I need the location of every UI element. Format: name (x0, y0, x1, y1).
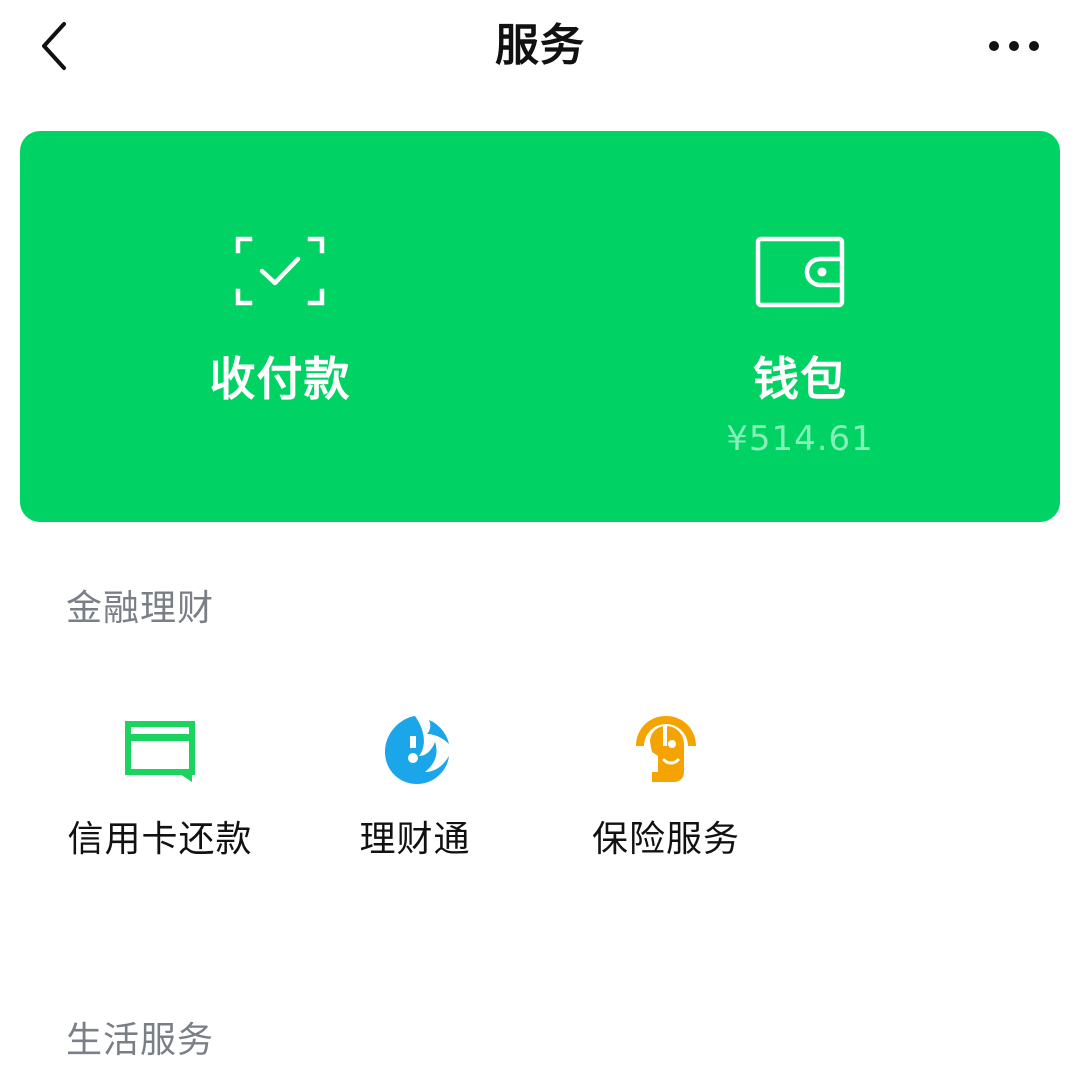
credit-card-repayment-label: 信用卡还款 (67, 819, 253, 860)
wallet-icon (755, 236, 845, 308)
wallet-label: 钱包 (753, 352, 847, 406)
wealth-management-button[interactable]: 理财通 (295, 700, 535, 880)
page-title: 服务 (495, 20, 585, 71)
insurance-service-label: 保险服务 (591, 819, 740, 860)
life-section-title: 生活服务 (66, 1020, 215, 1061)
wealth-drop-icon (385, 716, 449, 784)
pay-receive-button[interactable]: 收付款 (20, 131, 540, 522)
pay-receive-label: 收付款 (209, 352, 351, 406)
scan-check-icon (235, 236, 325, 306)
more-button[interactable] (978, 18, 1050, 74)
umbrella-face-icon (636, 716, 696, 782)
insurance-service-button[interactable]: 保险服务 (546, 700, 786, 880)
top-nav-bar: 服务 (0, 0, 1080, 96)
credit-card-repayment-button[interactable]: 信用卡还款 (40, 700, 280, 880)
finance-section-title: 金融理财 (66, 588, 215, 629)
wealth-management-label: 理财通 (359, 819, 471, 860)
more-horizontal-icon (989, 41, 1039, 51)
payment-wallet-card: 收付款 钱包 ¥514.61 (20, 131, 1060, 522)
credit-card-icon (125, 721, 195, 782)
wallet-button[interactable]: 钱包 ¥514.61 (540, 131, 1060, 522)
wallet-balance: ¥514.61 (726, 419, 874, 459)
